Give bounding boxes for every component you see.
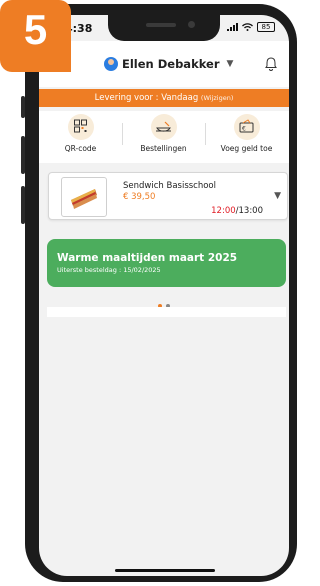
promo-title: Warme maaltijden maart 2025 (57, 252, 238, 264)
avatar (104, 57, 118, 71)
content-strip (47, 307, 286, 317)
wifi-icon (242, 23, 253, 31)
qr-icon (74, 119, 87, 133)
status-icons: 85 (227, 22, 275, 32)
order-time-end: /13:00 (235, 206, 263, 216)
phone-screen: 4:38 85 Ellen Debakker ▼ Levering voor :… (39, 15, 289, 576)
shortcut-add-money[interactable]: € Voeg geld toe (205, 111, 288, 163)
promo-subtitle: Uiterste besteldag : 15/02/2025 (57, 266, 161, 274)
top-bar: Ellen Debakker ▼ (39, 41, 289, 87)
shortcut-bar: QR-code Bestellingen € Voeg geld toe (39, 111, 289, 163)
shortcut-qr-code[interactable]: QR-code (39, 111, 122, 163)
chevron-down-icon[interactable]: ▼ (274, 191, 281, 201)
order-price: € 39,50 (123, 192, 156, 202)
step-badge: 5 (0, 0, 71, 72)
step-badge-number: 5 (23, 6, 48, 53)
speaker (146, 23, 176, 27)
shortcut-orders[interactable]: Bestellingen (122, 111, 205, 163)
user-selector[interactable]: Ellen Debakker ▼ (104, 57, 233, 71)
shortcut-label: QR-code (64, 144, 97, 153)
shortcut-label: Voeg geld toe (220, 144, 273, 153)
shortcut-label: Bestellingen (140, 144, 187, 153)
camera (188, 21, 195, 28)
home-indicator (115, 569, 215, 572)
order-bowl-icon (156, 121, 171, 132)
order-title: Sendwich Basisschool (123, 181, 216, 191)
chevron-down-icon: ▼ (226, 59, 234, 69)
change-delivery-link[interactable]: (Wijzigen) (201, 94, 233, 102)
order-time: 12:00/13:00 (211, 206, 263, 216)
order-time-start: 12:00 (211, 206, 236, 216)
bell-icon[interactable] (265, 57, 277, 71)
wallet-icon: € (239, 119, 254, 133)
sandwich-image (61, 177, 107, 217)
delivery-text: Levering voor : Vandaag (94, 93, 199, 103)
user-name: Ellen Debakker (122, 57, 220, 71)
phone-notch (108, 15, 220, 41)
svg-text:€: € (242, 126, 246, 133)
signal-icon (227, 23, 238, 31)
order-card[interactable]: Sendwich Basisschool € 39,50 12:00/13:00… (48, 172, 288, 220)
delivery-bar[interactable]: Levering voor : Vandaag (Wijzigen) (39, 89, 289, 107)
battery-icon: 85 (257, 22, 275, 32)
promo-banner[interactable]: Warme maaltijden maart 2025 Uiterste bes… (47, 239, 286, 287)
